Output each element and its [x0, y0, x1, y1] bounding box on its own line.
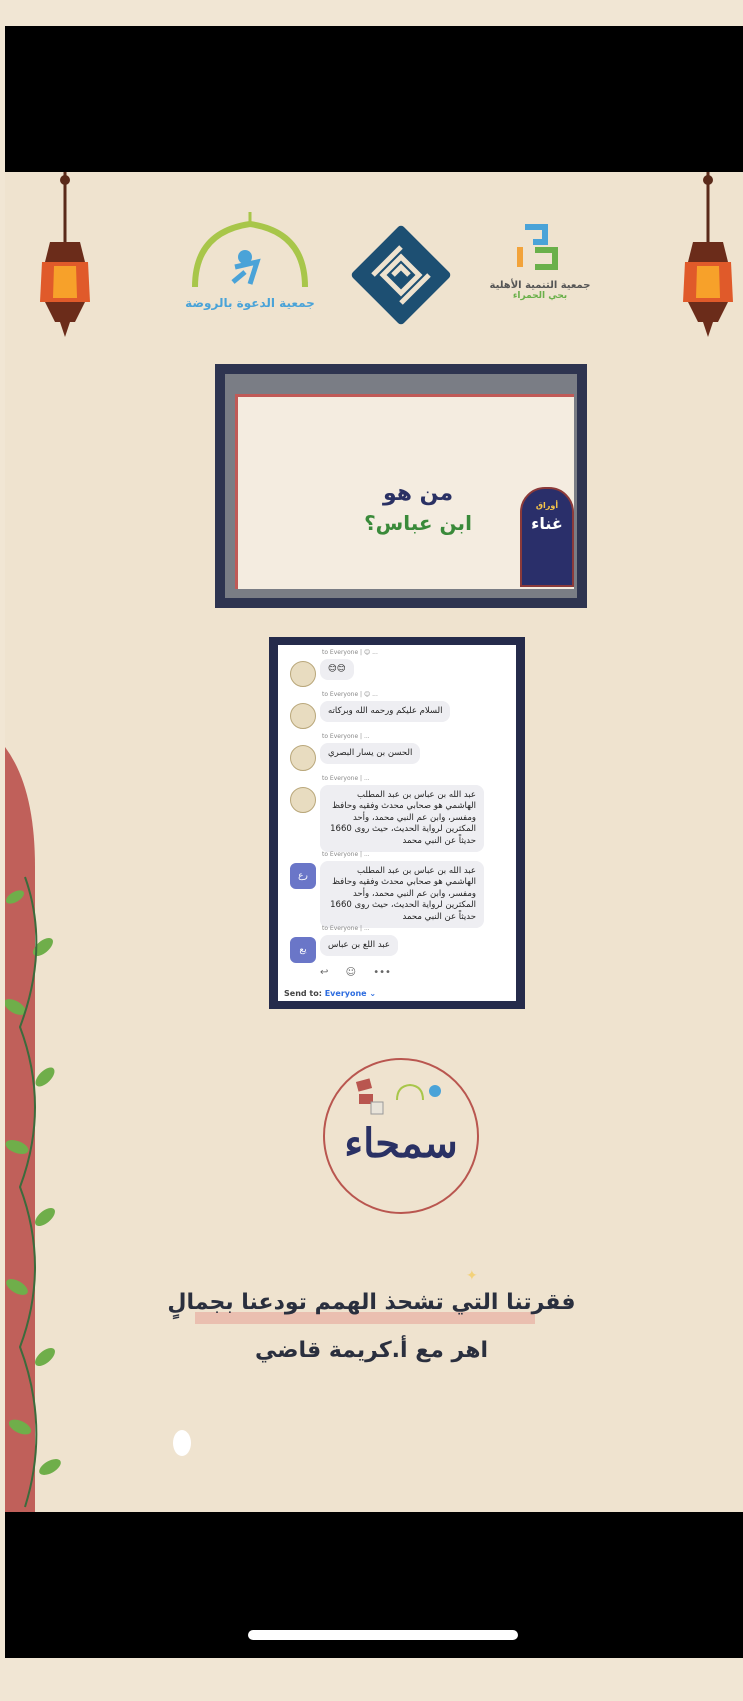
chat-message: to Everyone | 😊 ... السلام عليكم ورحمه ا…	[286, 691, 511, 729]
slide-question-line1: من هو	[382, 481, 454, 506]
avatar: يع	[290, 937, 316, 963]
reply-icon[interactable]: ↩	[320, 967, 328, 978]
subtitle-line-1: فقرتنا التي تشحذ الهمم تودعنا بجمالٍ	[167, 1290, 576, 1315]
chevron-down-icon: ⌄	[369, 989, 377, 998]
left-lantern-icon	[40, 172, 90, 337]
message-bubble: عبد اللع بن عباس	[320, 935, 398, 957]
chat-message: to Everyone | ... رع عبد الله بن عباس بن…	[286, 851, 511, 929]
avatar	[290, 661, 316, 687]
samhaa-logo: سمحاء	[323, 1058, 479, 1214]
message-bubble: عبد الله بن عباس بن عبد المطلب الهاشمي ه…	[320, 785, 484, 853]
message-bubble: 😊😊	[320, 659, 354, 681]
light-dot	[173, 1430, 191, 1456]
send-to-row[interactable]: Send to: Everyone ⌄	[284, 989, 376, 998]
chat-message: to Everyone | ... يع عبد اللع بن عباس	[286, 925, 511, 963]
tanmia-logo-icon	[517, 224, 558, 270]
dawah-logo: جمعية الدعوة بالروضة	[185, 212, 315, 322]
avatar	[290, 787, 316, 813]
chat-screenshot: to Everyone | 😊 ... 😊😊 to Everyone | 😊 .…	[269, 637, 525, 1009]
slide-card: من هو ابن عباس؟ أوراق غناء	[235, 394, 574, 589]
left-org-name: جمعية الدعوة بالروضة	[185, 296, 315, 310]
chat-message: to Everyone | ... الحسن بن يسار البصري	[286, 733, 511, 771]
emoji-icon[interactable]: ☺	[346, 967, 356, 978]
avatar	[290, 745, 316, 771]
right-org-sub: بحي الحمراء	[512, 291, 568, 301]
tanmia-logo: جمعية التنمية الأهلية بحي الحمراء	[485, 222, 595, 332]
subtitle-line-2: اهر مع أ.كريمة قاضي	[254, 1338, 489, 1363]
message-bubble: عبد الله بن عباس بن عبد المطلب الهاشمي ه…	[320, 861, 484, 929]
message-actions: ↩ ☺ •••	[320, 967, 391, 978]
message-bubble: السلام عليكم ورحمه الله وبركاته	[320, 701, 451, 723]
send-to-value[interactable]: Everyone	[325, 989, 367, 998]
more-icon[interactable]: •••	[373, 967, 391, 978]
center-kufic-logo-icon	[351, 225, 451, 325]
sparkle-icon: ✦	[466, 1268, 478, 1284]
top-black-bar	[5, 26, 743, 172]
chat-message: to Everyone | 😊 ... 😊😊	[286, 649, 511, 687]
message-bubble: الحسن بن يسار البصري	[320, 743, 421, 765]
dome-logo-icon	[192, 212, 308, 288]
books-icon	[355, 1078, 384, 1115]
avatar	[290, 703, 316, 729]
slide-question-line2: ابن عباس؟	[364, 511, 472, 535]
presentation-slide: من هو ابن عباس؟ أوراق غناء	[215, 364, 587, 608]
chat-message: to Everyone | ... عبد الله بن عباس بن عب…	[286, 775, 511, 853]
slide-badge: أوراق غناء	[520, 487, 574, 587]
partner-logos-icon	[396, 1083, 441, 1101]
avatar: رع	[290, 863, 316, 889]
home-indicator[interactable]	[248, 1630, 518, 1640]
samhaa-title: سمحاء	[344, 1120, 458, 1167]
right-lantern-icon	[683, 172, 733, 337]
arch-decoration	[5, 747, 61, 1512]
chat-panel: to Everyone | 😊 ... 😊😊 to Everyone | 😊 .…	[278, 645, 516, 1001]
send-to-label: Send to:	[284, 989, 322, 998]
right-org-name: جمعية التنمية الأهلية	[489, 280, 591, 291]
